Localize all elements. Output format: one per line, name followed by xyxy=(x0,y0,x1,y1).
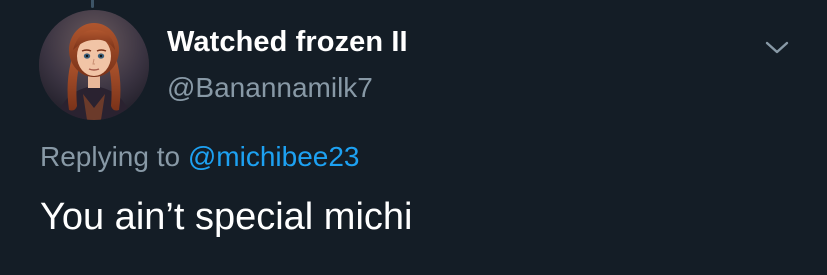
anna-frozen-avatar xyxy=(39,10,149,120)
author-display-name[interactable]: Watched frozen II xyxy=(167,26,408,59)
replying-to-label: Replying to xyxy=(40,141,181,172)
author-handle[interactable]: @Banannamilk7 xyxy=(167,72,373,104)
avatar[interactable] xyxy=(39,10,149,120)
tweet-text: You ain’t special michi xyxy=(40,196,413,238)
chevron-down-icon xyxy=(765,41,789,54)
reply-mention-link[interactable]: @michibee23 xyxy=(188,141,360,172)
thread-connector-line xyxy=(91,0,94,8)
replying-to-line: Replying to @michibee23 xyxy=(40,141,360,173)
tweet-menu-button[interactable] xyxy=(763,36,791,58)
tweet[interactable]: Watched frozen II @Banannamilk7 Replying… xyxy=(0,0,827,275)
